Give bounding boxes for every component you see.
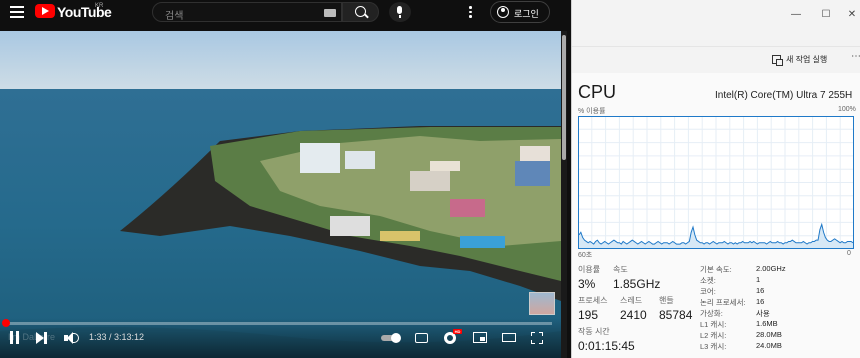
new-task-icon[interactable] <box>772 55 783 66</box>
more-icon[interactable]: ⋯ <box>851 51 860 62</box>
spec-key-l3-cache: L3 캐시: <box>700 342 727 351</box>
task-manager-window: — ☐ ✕ 새 작업 실행 ⋯ CPU Intel(R) Core(TM) Ul… <box>571 0 860 358</box>
scrubber-handle[interactable] <box>2 319 10 327</box>
new-task-button[interactable]: 새 작업 실행 <box>786 54 827 65</box>
cpu-utilization-graph[interactable] <box>578 116 854 249</box>
login-button[interactable]: 로그인 <box>490 1 550 23</box>
stat-value-uptime: 0:01:15:45 <box>578 339 635 353</box>
captions-icon[interactable] <box>415 333 428 343</box>
cpu-model: Intel(R) Core(TM) Ultra 7 255H <box>715 90 853 101</box>
spec-value-cores: 16 <box>756 286 765 295</box>
graph-time-span: 60초 <box>578 252 593 259</box>
stat-label-uptime: 작동 시간 <box>578 327 610 336</box>
time-display: 1:33 / 3:13:12 <box>89 332 145 342</box>
spec-key-l2-cache: L2 캐시: <box>700 331 727 340</box>
graph-max-label: 100% <box>838 106 856 113</box>
login-label: 로그인 <box>514 9 539 19</box>
youtube-logo-icon[interactable] <box>35 4 55 18</box>
spec-value-l1-cache: 1.6MB <box>756 319 778 328</box>
cpu-title: CPU <box>578 82 617 102</box>
country-code: KR <box>95 3 104 9</box>
graph-zero-label: 0 <box>847 250 851 257</box>
stat-value-handles: 85784 <box>659 308 693 322</box>
spec-value-virtualization: 사용 <box>756 309 770 318</box>
spec-key-base-speed: 기본 속도: <box>700 265 732 274</box>
spec-key-logical-processors: 논리 프로세서: <box>700 298 746 307</box>
spec-key-sockets: 소켓: <box>700 276 716 285</box>
theater-mode-icon[interactable] <box>502 333 516 342</box>
stat-label-utilization: 이용률 <box>578 265 601 274</box>
hamburger-menu-icon[interactable] <box>10 6 24 20</box>
video-frame-image <box>0 31 561 358</box>
close-button[interactable]: ✕ <box>847 10 857 20</box>
stat-value-speed: 1.85GHz <box>613 277 661 291</box>
search-input[interactable]: 검색 <box>152 2 342 22</box>
autoplay-toggle[interactable] <box>381 333 402 343</box>
spec-value-l3-cache: 24.0MB <box>756 341 782 350</box>
youtube-window: YouTube KR 검색 로그인 Ilm DaLarre 1:33 / 3:1… <box>0 0 571 358</box>
hd-badge: HD <box>453 329 462 334</box>
scrollbar-thumb[interactable] <box>562 35 566 160</box>
account-icon <box>497 6 509 18</box>
stat-value-utilization: 3% <box>578 277 596 291</box>
cpu-performance-panel: CPU Intel(R) Core(TM) Ultra 7 255H % 이용률… <box>572 73 860 358</box>
maximize-button[interactable]: ☐ <box>821 10 831 20</box>
spec-value-sockets: 1 <box>756 275 761 284</box>
youtube-topbar: YouTube KR 검색 로그인 <box>0 0 571 27</box>
stat-label-processes: 프로세스 <box>578 296 608 305</box>
video-player[interactable] <box>0 31 561 358</box>
stat-value-threads: 2410 <box>620 308 647 322</box>
search-placeholder: 검색 <box>165 11 184 22</box>
stat-label-speed: 속도 <box>613 265 628 274</box>
stat-value-processes: 195 <box>578 308 599 322</box>
next-video-icon[interactable] <box>36 331 47 345</box>
spec-value-l2-cache: 28.0MB <box>756 330 782 339</box>
keyboard-icon[interactable] <box>324 9 336 17</box>
fullscreen-icon[interactable] <box>531 332 543 344</box>
spec-value-base-speed: 2.00GHz <box>756 264 786 273</box>
progress-bar[interactable] <box>4 322 552 325</box>
more-options-icon[interactable] <box>469 6 473 20</box>
utilization-label: % 이용률 <box>578 108 606 115</box>
microphone-icon[interactable] <box>389 2 411 22</box>
task-manager-toolbar: 새 작업 실행 ⋯ <box>572 46 860 72</box>
spec-key-virtualization: 가상화: <box>700 309 723 318</box>
minimize-button[interactable]: — <box>791 10 801 20</box>
stat-label-threads: 스레드 <box>620 296 643 305</box>
stat-label-handles: 핸들 <box>659 296 674 305</box>
search-button[interactable] <box>342 2 379 22</box>
spec-key-l1-cache: L1 캐시: <box>700 320 727 329</box>
spec-value-logical-processors: 16 <box>756 297 765 306</box>
pause-icon[interactable] <box>10 331 21 345</box>
spec-key-cores: 코어: <box>700 287 716 296</box>
channel-watermark-image[interactable] <box>529 292 555 315</box>
miniplayer-icon[interactable] <box>473 332 487 343</box>
